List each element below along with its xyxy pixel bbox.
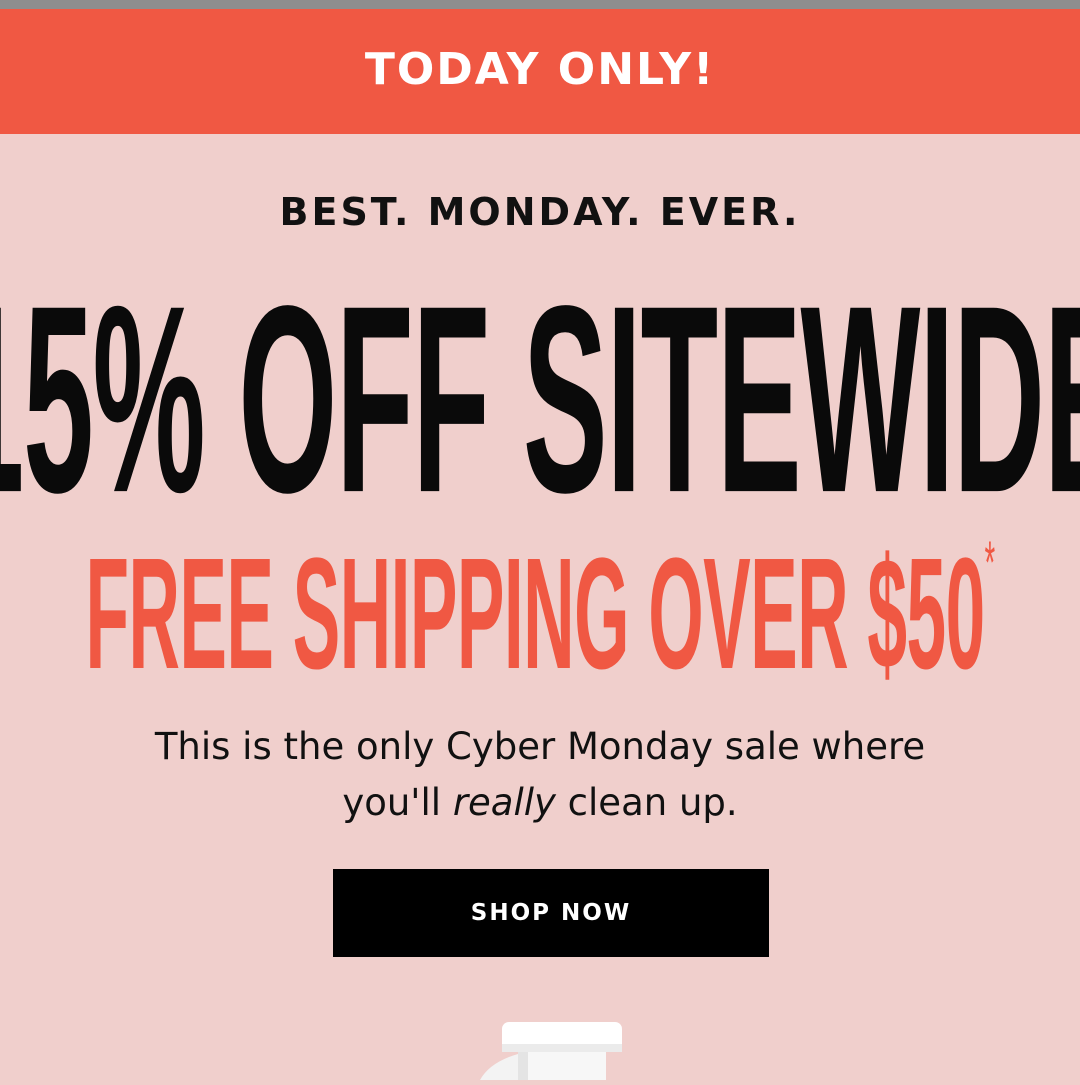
body-line-2: you'll really clean up. [0,775,1080,831]
banner-text: TODAY ONLY! [364,44,716,95]
body-copy: This is the only Cyber Monday sale where… [0,719,1080,831]
headline: 15% OFF SITEWIDE [0,250,1080,548]
body-line-2-start: you'll [342,781,453,824]
subhead-wrapper: FREE SHIPPING OVER $50* [85,529,995,693]
shop-now-button[interactable]: SHOP NOW [333,869,769,957]
window-top-edge [0,0,1080,9]
body-line-1: This is the only Cyber Monday sale where [154,725,926,768]
subhead-container: FREE SHIPPING OVER $50* [0,529,1080,699]
body-emphasis: really [452,781,556,824]
today-only-banner: TODAY ONLY! [0,9,1080,134]
asterisk-marker: * [984,528,995,596]
promo-section: BEST. MONDAY. EVER. 15% OFF SITEWIDE FRE… [0,134,1080,1080]
headline-container: 15% OFF SITEWIDE [0,266,1080,533]
pump-bottle-icon [480,1014,630,1080]
free-shipping-subhead: FREE SHIPPING OVER $50 [85,525,985,702]
eyebrow-text: BEST. MONDAY. EVER. [279,190,801,234]
body-line-2-end: clean up. [555,781,738,824]
